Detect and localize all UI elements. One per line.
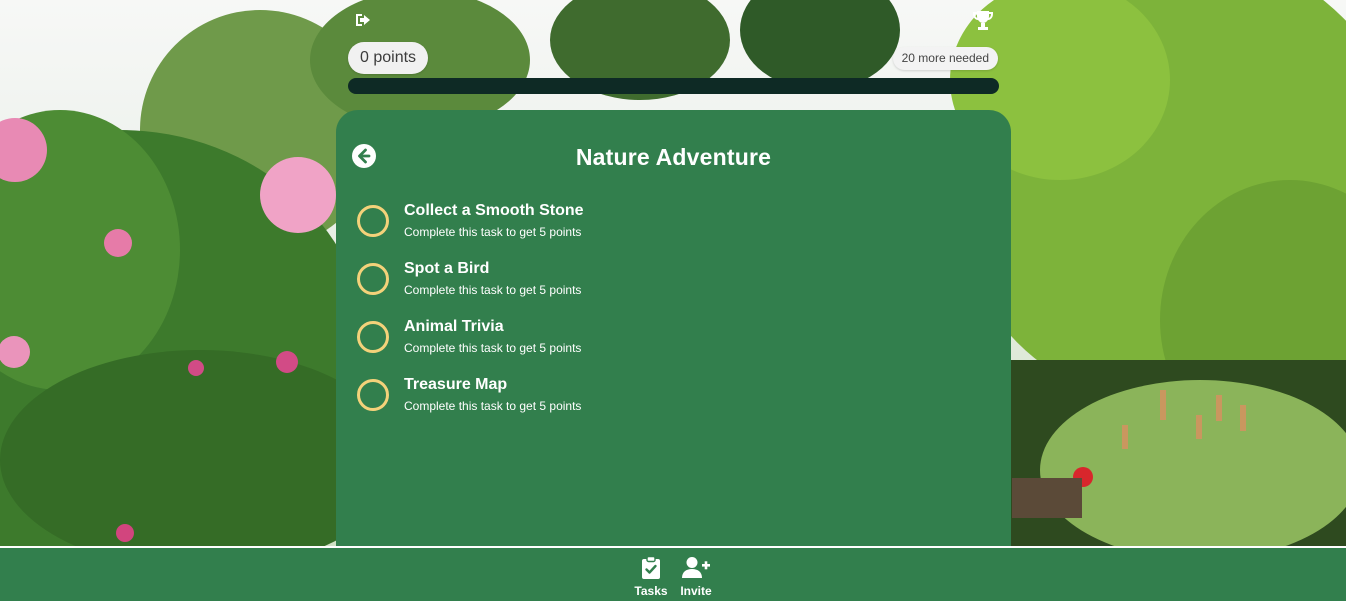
nav-tasks[interactable]: Tasks xyxy=(631,556,671,598)
logout-icon[interactable] xyxy=(352,9,376,31)
task-item[interactable]: Spot a Bird Complete this task to get 5 … xyxy=(356,256,976,314)
task-checkbox[interactable] xyxy=(357,379,389,411)
task-item[interactable]: Animal Trivia Complete this task to get … xyxy=(356,314,976,372)
task-list: Collect a Smooth Stone Complete this tas… xyxy=(356,198,976,430)
task-checkbox[interactable] xyxy=(357,263,389,295)
task-title: Treasure Map xyxy=(404,376,508,393)
nav-invite[interactable]: Invite xyxy=(676,556,716,598)
task-description: Complete this task to get 5 points xyxy=(404,225,582,239)
points-progress-bar xyxy=(348,78,999,94)
points-needed-badge: 20 more needed xyxy=(892,47,998,70)
user-plus-icon xyxy=(682,557,710,578)
bottom-nav: Tasks Invite xyxy=(0,546,1346,601)
task-title: Spot a Bird xyxy=(404,260,490,277)
task-item[interactable]: Collect a Smooth Stone Complete this tas… xyxy=(356,198,976,256)
task-checkbox[interactable] xyxy=(357,321,389,353)
adventure-card: Nature Adventure Collect a Smooth Stone … xyxy=(336,110,1011,546)
task-title: Animal Trivia xyxy=(404,318,504,335)
trophy-icon[interactable] xyxy=(970,8,996,34)
task-description: Complete this task to get 5 points xyxy=(404,341,582,355)
task-description: Complete this task to get 5 points xyxy=(404,283,582,297)
task-checkbox[interactable] xyxy=(357,205,389,237)
task-title: Collect a Smooth Stone xyxy=(404,202,584,219)
page-title: Nature Adventure xyxy=(575,144,772,170)
nav-tasks-label: Tasks xyxy=(634,584,668,598)
task-item[interactable]: Treasure Map Complete this task to get 5… xyxy=(356,372,976,430)
task-description: Complete this task to get 5 points xyxy=(404,399,582,413)
clipboard-check-icon xyxy=(642,556,660,579)
points-badge: 0 points xyxy=(348,42,429,74)
nav-invite-label: Invite xyxy=(680,584,712,598)
